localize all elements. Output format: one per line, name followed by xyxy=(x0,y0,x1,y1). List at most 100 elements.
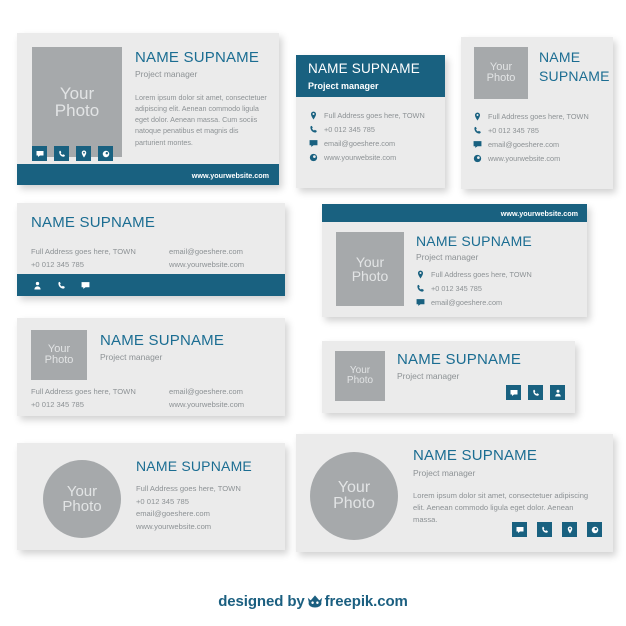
contact-phone[interactable]: +0 012 345 785 xyxy=(309,125,425,134)
social-icon-row[interactable] xyxy=(31,279,103,292)
phone-icon[interactable] xyxy=(55,279,68,292)
contact-phone-text: +0 012 345 785 xyxy=(31,399,84,409)
card-photo-stacked-name[interactable]: Your Photo NAME SUPNAME Full Address goe… xyxy=(461,37,613,189)
contact-email-text: email@goeshere.com xyxy=(488,140,560,149)
social-icon-row[interactable] xyxy=(506,385,565,400)
card-name: NAME SUPNAME xyxy=(136,458,252,474)
card-name: NAME SUPNAME xyxy=(31,214,156,231)
location-pin-icon[interactable] xyxy=(562,522,577,537)
photo-placeholder: Your Photo xyxy=(336,232,404,306)
card-role: Project manager xyxy=(397,371,460,381)
card-teal-header-vertical[interactable]: NAME SUPNAME Project manager Full Addres… xyxy=(296,55,445,188)
chat-icon[interactable] xyxy=(32,146,47,161)
contact-address[interactable]: Full Address goes here, TOWN xyxy=(416,270,532,279)
photo-line-1: Your xyxy=(355,254,385,270)
card-body-text: Lorem ipsum dolor sit amet, consectetuer… xyxy=(135,93,267,147)
photo-line-2: Photo xyxy=(351,268,389,284)
website-topbar: www.yourwebsite.com xyxy=(322,204,587,222)
card-role: Project manager xyxy=(308,81,379,91)
contact-website-text: www.yourwebsite.com xyxy=(324,153,397,162)
contact-col-right: email@goeshere.com www.yourwebsite.com xyxy=(169,386,244,411)
icon-footer-bar xyxy=(17,274,285,296)
photo-line-2: Photo xyxy=(54,101,100,120)
contact-list: Full Address goes here, TOWN +0 012 345 … xyxy=(136,483,241,533)
globe-icon xyxy=(473,154,482,163)
chat-icon[interactable] xyxy=(79,279,92,292)
photo-placeholder-round: Your Photo xyxy=(310,452,398,540)
chat-icon[interactable] xyxy=(506,385,521,400)
photo-line-2: Photo xyxy=(62,498,102,515)
contact-col-left: Full Address goes here, TOWN +0 012 345 … xyxy=(31,246,136,271)
photo-line-2: Photo xyxy=(346,375,374,386)
user-icon[interactable] xyxy=(31,279,44,292)
photo-line-2: Photo xyxy=(486,72,516,84)
freepik-crown-icon xyxy=(307,594,323,612)
globe-icon xyxy=(309,153,318,162)
location-pin-icon xyxy=(473,112,482,121)
contact-email-text: email@goeshere.com xyxy=(431,298,503,307)
contact-website[interactable]: www.yourwebsite.com xyxy=(309,153,425,162)
card-name: NAME SUPNAME xyxy=(397,351,522,368)
contact-list: Full Address goes here, TOWN +0 012 345 … xyxy=(309,111,425,167)
phone-icon xyxy=(473,126,482,135)
card-two-column-teal-footer[interactable]: NAME SUPNAME Full Address goes here, TOW… xyxy=(17,203,285,296)
contact-address-text: Full Address goes here, TOWN xyxy=(31,387,136,396)
card-role: Project manager xyxy=(135,69,198,79)
footer-suffix: freepik.com xyxy=(324,593,408,610)
user-icon[interactable] xyxy=(550,385,565,400)
card-round-photo-contacts[interactable]: Your Photo NAME SUPNAME Full Address goe… xyxy=(17,443,285,550)
location-pin-icon xyxy=(416,270,425,279)
phone-icon[interactable] xyxy=(537,522,552,537)
phone-icon[interactable] xyxy=(528,385,543,400)
card-round-photo-body-icons[interactable]: Your Photo NAME SUPNAME Project manager … xyxy=(296,434,613,552)
chat-icon xyxy=(309,139,318,148)
chat-icon[interactable] xyxy=(512,522,527,537)
freepik-attribution[interactable]: designed by freepik.com xyxy=(0,593,626,612)
contact-email-text: email@goeshere.com xyxy=(169,387,243,396)
location-pin-icon xyxy=(309,111,318,120)
social-icon-row[interactable] xyxy=(32,146,120,161)
card-teal-topbar-photo[interactable]: www.yourwebsite.com Your Photo NAME SUPN… xyxy=(322,204,587,317)
contact-website-text: www.yourwebsite.com xyxy=(169,399,245,409)
card-small-photo-two-column[interactable]: Your Photo NAME SUPNAME Project manager … xyxy=(17,318,285,416)
contact-website-text: www.yourwebsite.com xyxy=(169,259,245,269)
chat-icon xyxy=(473,140,482,149)
photo-line-2: Photo xyxy=(333,495,375,512)
phone-icon[interactable] xyxy=(54,146,69,161)
card-name: NAME SUPNAME xyxy=(416,233,532,249)
card-name: NAME SUPNAME xyxy=(100,332,225,349)
photo-line-2: Photo xyxy=(44,354,74,366)
contact-address-text: Full Address goes here, TOWN xyxy=(324,111,425,120)
photo-placeholder: Your Photo xyxy=(474,47,528,99)
phone-icon xyxy=(416,284,425,293)
globe-icon[interactable] xyxy=(98,146,113,161)
photo-placeholder-round: Your Photo xyxy=(43,460,121,538)
card-body-text: Lorem ipsum dolor sit amet, consectetuer… xyxy=(413,491,589,524)
globe-icon[interactable] xyxy=(587,522,602,537)
contact-email[interactable]: email@goeshere.com xyxy=(416,298,532,307)
photo-line-1: Your xyxy=(66,483,98,500)
photo-placeholder: Your Photo xyxy=(335,351,385,401)
contact-col-left: Full Address goes here, TOWN +0 012 345 … xyxy=(31,386,136,411)
contact-address[interactable]: Full Address goes here, TOWN xyxy=(309,111,425,120)
contact-email[interactable]: email@goeshere.com xyxy=(309,139,425,148)
contact-col-right: email@goeshere.com www.yourwebsite.com xyxy=(169,246,244,271)
card-name-line-2: SUPNAME xyxy=(539,68,610,84)
contact-list: Full Address goes here, TOWN +0 012 345 … xyxy=(416,270,532,312)
contact-email[interactable]: email@goeshere.com xyxy=(473,140,589,149)
contact-phone[interactable]: +0 012 345 785 xyxy=(416,284,532,293)
card-role: Project manager xyxy=(100,352,163,362)
social-icon-row[interactable] xyxy=(512,522,602,537)
card-horizontal-photo-left[interactable]: Your Photo NAME SUPNAME Project manager … xyxy=(17,33,279,185)
location-pin-icon[interactable] xyxy=(76,146,91,161)
card-name: NAME SUPNAME xyxy=(135,49,260,66)
contact-email-text: email@goeshere.com xyxy=(136,509,210,519)
chat-icon xyxy=(416,298,425,307)
photo-placeholder: Your Photo xyxy=(32,47,122,157)
contact-phone[interactable]: +0 012 345 785 xyxy=(473,126,589,135)
phone-icon xyxy=(309,125,318,134)
contact-address[interactable]: Full Address goes here, TOWN xyxy=(473,112,589,121)
card-minimal-icon-buttons[interactable]: Your Photo NAME SUPNAME Project manager xyxy=(322,341,575,413)
contact-phone-text: +0 012 345 785 xyxy=(488,126,539,135)
contact-website[interactable]: www.yourwebsite.com xyxy=(473,154,589,163)
